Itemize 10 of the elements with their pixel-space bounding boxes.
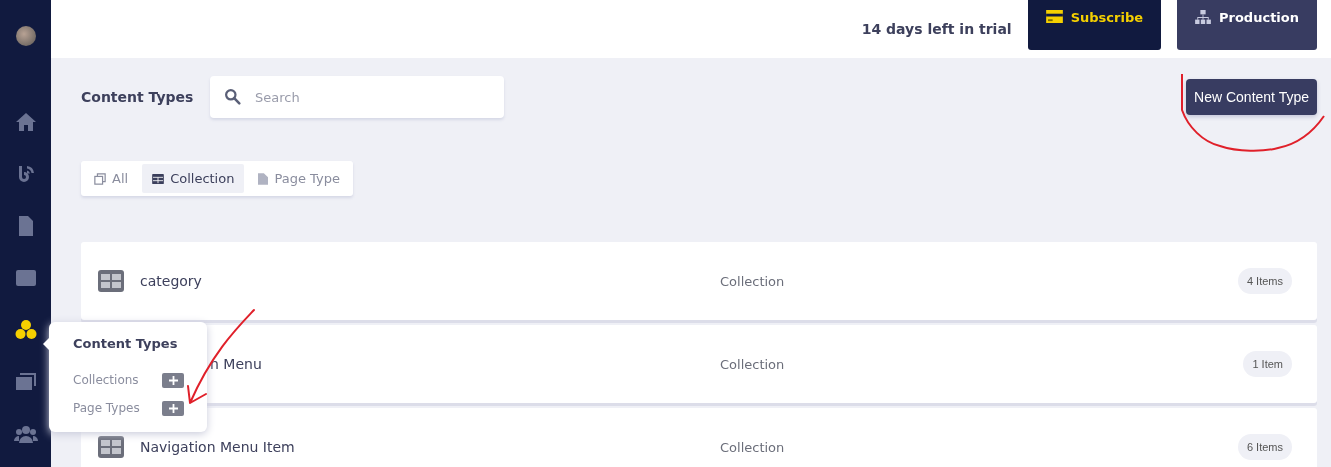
page-title: Content Types xyxy=(81,89,195,105)
item-count-badge: 6 Items xyxy=(1237,434,1292,460)
content-type-kind: Collection xyxy=(720,356,786,372)
trial-notice: 14 days left in trial xyxy=(861,21,1012,37)
content-type-name: category xyxy=(140,273,202,289)
item-count-badge: 1 Item xyxy=(1243,351,1292,377)
item-count-badge: 4 Items xyxy=(1237,268,1292,294)
content-type-name: Navigation Menu Item xyxy=(140,439,295,455)
content-type-kind: Collection xyxy=(720,439,786,455)
content-type-kind: Collection xyxy=(720,273,786,289)
